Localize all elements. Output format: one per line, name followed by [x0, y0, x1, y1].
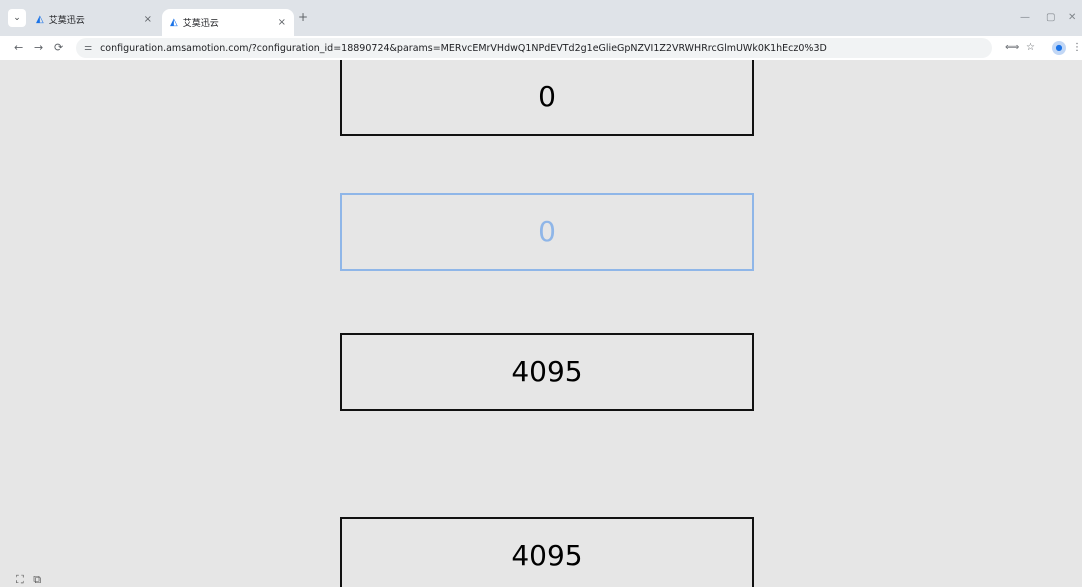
corner-controls: ⛶ ⧉ — [16, 573, 41, 587]
cloud-logo-icon: ◭ — [36, 13, 44, 25]
tab-title: 艾莫迅云 — [48, 15, 85, 26]
site-info-icon[interactable]: ⚌ — [84, 43, 92, 53]
close-tab-icon[interactable]: × — [144, 14, 152, 25]
window-icon[interactable]: ⧉ — [33, 573, 41, 586]
close-window-icon[interactable]: ✕ — [1068, 12, 1076, 23]
value-display-1[interactable]: 0 — [340, 60, 754, 136]
menu-icon[interactable]: ⋮ — [1072, 41, 1082, 55]
tab-search-icon[interactable]: ⌄ — [8, 9, 26, 27]
minimize-icon[interactable]: — — [1020, 12, 1030, 23]
restore-icon[interactable]: ▢ — [1046, 12, 1055, 23]
tab-amsamotion-1[interactable]: ◭ 艾莫迅云 × — [28, 9, 160, 29]
cloud-logo-icon: ◭ — [170, 17, 178, 28]
new-tab-button[interactable]: + — [298, 10, 308, 24]
profile-avatar-icon[interactable]: ● — [1052, 41, 1066, 55]
fullscreen-icon[interactable]: ⛶ — [16, 573, 24, 586]
tab-title: 艾莫迅云 — [182, 19, 219, 29]
close-tab-icon[interactable]: × — [278, 17, 286, 28]
forward-icon[interactable]: → — [34, 40, 43, 56]
value-display-3[interactable]: 4095 — [340, 333, 754, 411]
address-bar[interactable]: ⚌ configuration.amsamotion.com/?configur… — [76, 38, 992, 58]
tab-amsamotion-2[interactable]: ◭ 艾莫迅云 × — [162, 9, 294, 36]
bookmark-star-icon[interactable]: ☆ — [1026, 41, 1035, 55]
value-display-4[interactable]: 4095 — [340, 517, 754, 587]
value-input-focused[interactable]: 0 — [340, 193, 754, 271]
tab-strip: ⌄ ◭ 艾莫迅云 × ◭ 艾莫迅云 × + — ▢ ✕ — [0, 0, 1082, 36]
browser-toolbar: ← → ⟳ ⚌ configuration.amsamotion.com/?co… — [0, 36, 1082, 60]
translate-icon[interactable]: ⟺ — [1005, 41, 1019, 55]
url-text[interactable]: configuration.amsamotion.com/?configurat… — [100, 43, 827, 54]
reload-icon[interactable]: ⟳ — [54, 40, 63, 56]
page-content: 0 0 4095 4095 ⛶ ⧉ — [0, 60, 1082, 587]
back-icon[interactable]: ← — [14, 40, 23, 56]
